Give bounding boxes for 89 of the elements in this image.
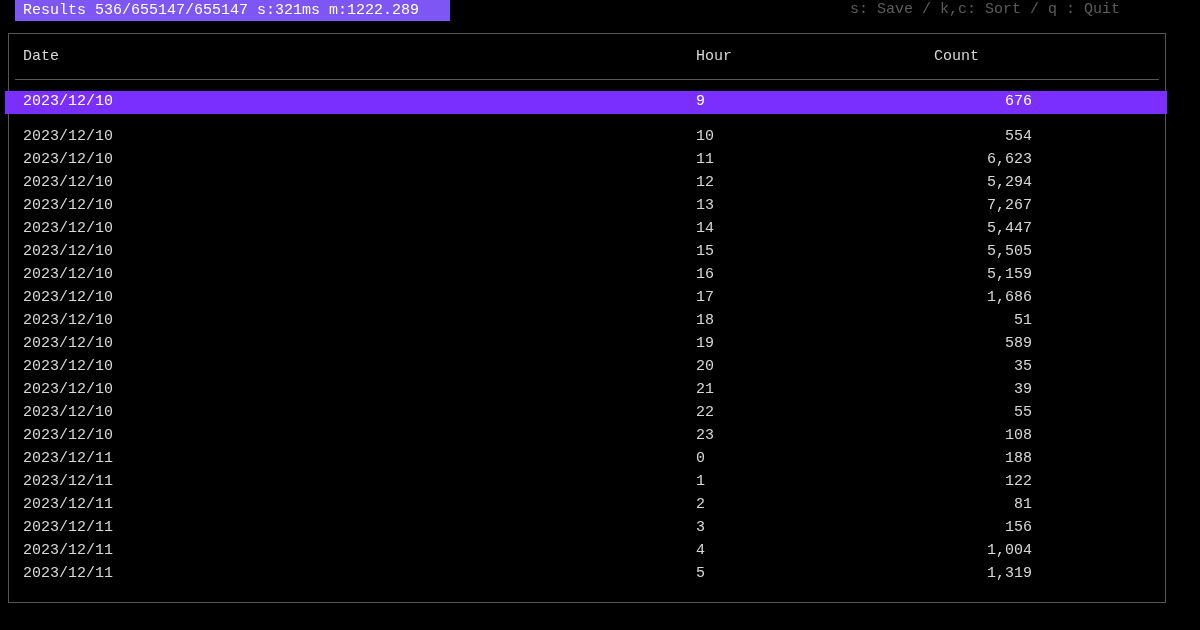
hour-cell-text: 9	[696, 92, 706, 113]
date-cell-text: 2023/12/11	[23, 518, 114, 539]
count-cell-text: 5,447	[986, 219, 1032, 240]
table-row[interactable]: 2023/12/10 21 39	[9, 379, 1159, 402]
count-cell-text: 39	[1013, 380, 1032, 401]
date-cell-text: 2023/12/10	[23, 150, 114, 171]
hour-cell-text: 4	[696, 541, 706, 562]
hour-cell-text: 0	[696, 449, 706, 470]
table-row[interactable]: 2023/12/11 5 1,319	[9, 563, 1159, 586]
count-cell-text: 5,505	[986, 242, 1032, 263]
count-cell-text: 5,159	[986, 265, 1032, 286]
table-row[interactable]: 2023/12/10 20 35	[9, 356, 1159, 379]
table-row[interactable]: 2023/12/10 19 589	[9, 333, 1159, 356]
hour-cell-text: 14	[696, 219, 715, 240]
hour-cell-text: 22	[696, 403, 715, 424]
table-row[interactable]: 2023/12/11 4 1,004	[9, 540, 1159, 563]
hour-cell-text: 5	[696, 564, 706, 585]
date-cell-text: 2023/12/10	[23, 380, 114, 401]
date-cell-text: 2023/12/10	[23, 311, 114, 332]
table-row[interactable]: 2023/12/11 0 188	[9, 448, 1159, 471]
hour-cell-text: 16	[696, 265, 715, 286]
date-cell-text: 2023/12/10	[23, 196, 114, 217]
table-row[interactable]: 2023/12/10 11 6,623	[9, 149, 1159, 172]
key-help: s: Save / k,c: Sort / q : Quit	[849, 0, 1120, 21]
table-row[interactable]: 2023/12/11 3 156	[9, 517, 1159, 540]
hour-cell-text: 20	[696, 357, 715, 378]
hour-cell-text: 23	[696, 426, 715, 447]
count-cell-text: 1,319	[986, 564, 1032, 585]
date-cell-text: 2023/12/10	[23, 357, 114, 378]
count-cell-text: 5,294	[986, 173, 1032, 194]
date-cell-text: 2023/12/10	[23, 242, 114, 263]
table-row[interactable]: 2023/12/10 17 1,686	[9, 287, 1159, 310]
table-row[interactable]: 2023/12/10 9 676	[5, 91, 1167, 114]
hour-cell-text: 19	[696, 334, 715, 355]
date-cell-text: 2023/12/10	[23, 265, 114, 286]
date-cell-text: 2023/12/11	[23, 541, 114, 562]
table-row[interactable]: 2023/12/10 14 5,447	[9, 218, 1159, 241]
hour-cell-text: 1	[696, 472, 706, 493]
table-row[interactable]: 2023/12/10 10 554	[9, 126, 1159, 149]
table-row[interactable]: 2023/12/10 16 5,159	[9, 264, 1159, 287]
count-cell-text: 51	[1013, 311, 1032, 332]
hour-cell-text: 12	[696, 173, 715, 194]
column-header: Date	[23, 46, 60, 67]
date-cell-text: 2023/12/10	[23, 403, 114, 424]
date-cell-text: 2023/12/10	[23, 426, 114, 447]
hour-cell-text: 21	[696, 380, 715, 401]
count-cell-text: 55	[1013, 403, 1032, 424]
table-row[interactable]: 2023/12/10 15 5,505	[9, 241, 1159, 264]
hour-cell-text: 10	[696, 127, 715, 148]
hour-cell-text: 11	[696, 150, 715, 171]
count-cell-text: 188	[1004, 449, 1032, 470]
count-cell-text: 7,267	[986, 196, 1032, 217]
table-row[interactable]: 2023/12/10 22 55	[9, 402, 1159, 425]
date-cell-text: 2023/12/10	[23, 92, 114, 113]
table-row[interactable]: 2023/12/10 23 108	[9, 425, 1159, 448]
hour-cell-text: 3	[696, 518, 706, 539]
date-cell-text: 2023/12/11	[23, 449, 114, 470]
count-cell-text: 1,686	[986, 288, 1032, 309]
count-cell-text: 35	[1013, 357, 1032, 378]
hour-cell-text: 13	[696, 196, 715, 217]
table-row[interactable]: 2023/12/11 1 122	[9, 471, 1159, 494]
date-cell-text: 2023/12/10	[23, 219, 114, 240]
table-row[interactable]: 2023/12/11 2 81	[9, 494, 1159, 517]
count-cell-text: 156	[1004, 518, 1032, 539]
date-cell-text: 2023/12/11	[23, 564, 114, 585]
count-cell-text: 6,623	[986, 150, 1032, 171]
column-header: Hour	[696, 46, 733, 67]
date-cell-text: 2023/12/11	[23, 495, 114, 516]
count-cell-text: 554	[1004, 127, 1032, 148]
count-cell-text: 122	[1004, 472, 1032, 493]
date-cell-text: 2023/12/10	[23, 127, 114, 148]
column-header: Count	[934, 46, 979, 67]
table-row[interactable]: 2023/12/10 13 7,267	[9, 195, 1159, 218]
count-cell-text: 1,004	[986, 541, 1032, 562]
hour-cell-text: 15	[696, 242, 715, 263]
count-cell-text: 589	[1004, 334, 1032, 355]
table-row[interactable]: 2023/12/10 18 51	[9, 310, 1159, 333]
date-cell-text: 2023/12/10	[23, 173, 114, 194]
count-cell-text: 108	[1004, 426, 1032, 447]
date-cell-text: 2023/12/10	[23, 334, 114, 355]
results-status: Results 536/655147/655147 s:321ms m:1222.289	[15, 0, 450, 21]
count-cell-text: 81	[1013, 495, 1032, 516]
table-row[interactable]: 2023/12/10 12 5,294	[9, 172, 1159, 195]
date-cell-text: 2023/12/11	[23, 472, 114, 493]
count-cell-text: 676	[1004, 92, 1032, 113]
date-cell-text: 2023/12/10	[23, 288, 114, 309]
hour-cell-text: 18	[696, 311, 715, 332]
hour-cell-text: 17	[696, 288, 715, 309]
hour-cell-text: 2	[696, 495, 706, 516]
